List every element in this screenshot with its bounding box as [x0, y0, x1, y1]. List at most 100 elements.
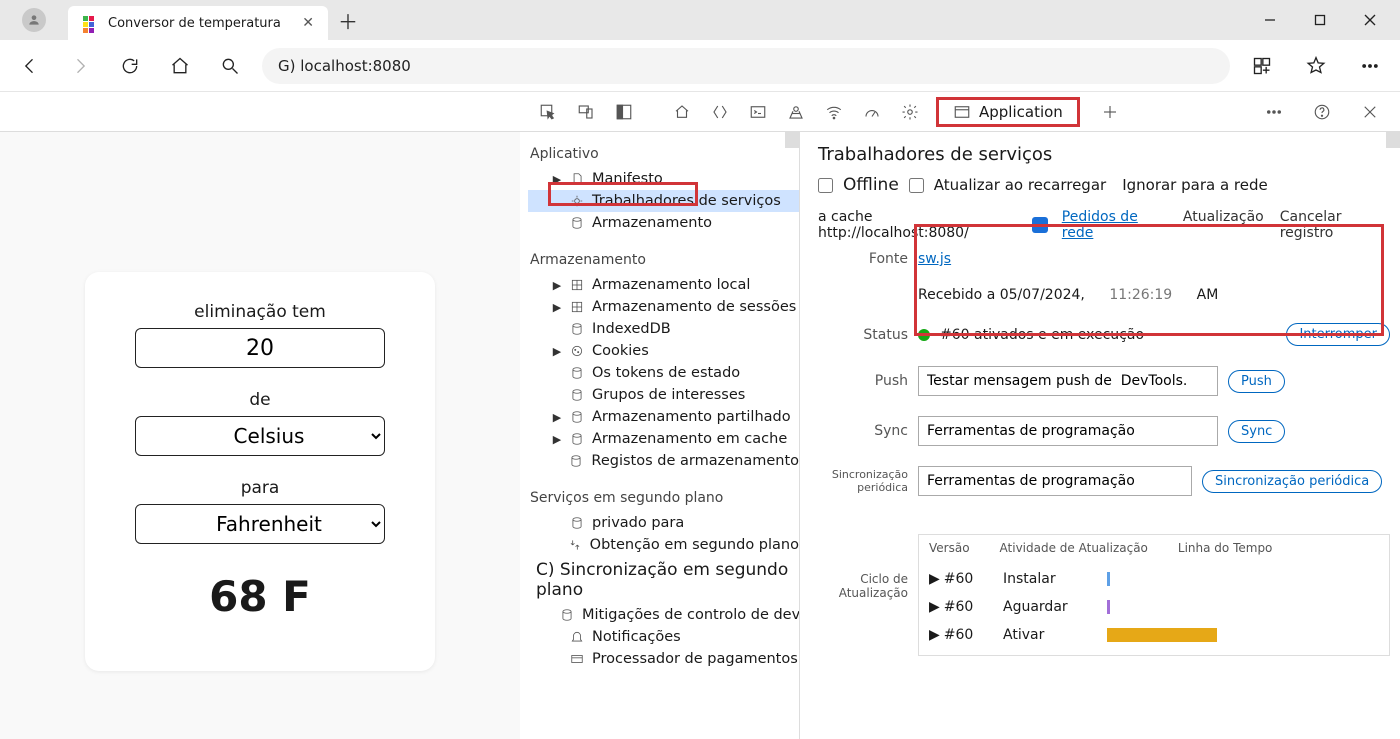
new-tab-button[interactable]: ＋ [338, 6, 358, 35]
stop-button[interactable]: Interromper [1286, 323, 1390, 346]
sidebar-item-interest-groups[interactable]: Grupos de interesses [528, 384, 799, 406]
application-tab-label: Application [979, 103, 1063, 121]
application-sidebar[interactable]: Aplicativo ▶Manifesto Trabalhadores de s… [520, 132, 800, 739]
status-text: #60 ativados e em execução [940, 327, 1144, 343]
sidebar-item-service-workers[interactable]: Trabalhadores de serviços [528, 190, 799, 212]
elements-panel-icon[interactable] [702, 94, 738, 130]
sidebar-item-bg-fetch[interactable]: Obtenção em segundo plano [528, 534, 799, 556]
sidebar-item-notifications[interactable]: Notificações [528, 626, 799, 648]
sources-panel-icon[interactable] [778, 94, 814, 130]
sidebar-item-bounce[interactable]: Mitigações de controlo de devolução [528, 604, 799, 626]
browser-toolbar: G) localhost:8080 [0, 40, 1400, 92]
sidebar-item-private[interactable]: privado para [528, 512, 799, 534]
settings-gear-icon[interactable] [892, 94, 928, 130]
network-panel-icon[interactable] [816, 94, 852, 130]
sidebar-item-shared-storage[interactable]: ▶Armazenamento partilhado [528, 406, 799, 428]
device-toggle-icon[interactable] [568, 94, 604, 130]
label-from: de [121, 390, 399, 410]
push-button[interactable]: Push [1228, 370, 1285, 393]
devtools-tab-strip: Application [0, 92, 1400, 132]
browser-menu-icon[interactable] [1352, 48, 1388, 84]
source-file-link[interactable]: sw.js [918, 251, 951, 267]
section-app: Aplicativo [528, 140, 799, 168]
converter-card: eliminação tem de Celsius para Fahrenhei… [85, 272, 435, 671]
sidebar-item-storage-logs[interactable]: Registos de armazenamento [528, 450, 799, 472]
browser-titlebar: Conversor de temperatura ✕ ＋ [0, 0, 1400, 40]
source-label: Fonte [818, 251, 918, 267]
sidebar-scrollbar[interactable] [785, 132, 799, 148]
dock-icon[interactable] [606, 94, 642, 130]
application-icon [953, 103, 971, 121]
console-panel-icon[interactable] [740, 94, 776, 130]
push-label: Push [818, 373, 918, 389]
update-link[interactable]: Atualização [1183, 209, 1264, 241]
maximize-button[interactable] [1298, 4, 1342, 36]
to-unit-select[interactable]: Fahrenheit [135, 504, 385, 544]
unregister-link[interactable]: Cancelar registro [1280, 209, 1390, 241]
label-to: para [121, 478, 399, 498]
devtools-help-icon[interactable] [1304, 94, 1340, 130]
sync-input[interactable] [918, 416, 1218, 446]
minimize-button[interactable] [1248, 4, 1292, 36]
extensions-icon[interactable] [1244, 48, 1280, 84]
tab-title: Conversor de temperatura [108, 16, 292, 31]
sidebar-item-cache-storage[interactable]: ▶Armazenamento em cache [528, 428, 799, 450]
update-cycle-table: Versão Atividade de Atualização Linha do… [918, 534, 1390, 656]
browser-tab[interactable]: Conversor de temperatura ✕ [68, 6, 328, 40]
sidebar-item-bg-sync[interactable]: C) Sincronização em segundo plano [528, 556, 799, 604]
sidebar-item-indexeddb[interactable]: IndexedDB [528, 318, 799, 340]
update-on-reload-label: Atualizar ao recarregar [934, 176, 1106, 194]
periodic-sync-input[interactable] [918, 466, 1192, 496]
sidebar-item-storage-app[interactable]: Armazenamento [528, 212, 799, 234]
sidebar-item-session-storage[interactable]: ▶Armazenamento de sessões [528, 296, 799, 318]
cycle-row-wait[interactable]: ▶ #60 Aguardar [929, 593, 1379, 621]
devtools-more-icon[interactable] [1256, 94, 1292, 130]
sync-button[interactable]: Sync [1228, 420, 1285, 443]
status-label: Status [818, 327, 918, 343]
sidebar-item-cookies[interactable]: ▶Cookies [528, 340, 799, 362]
address-bar[interactable]: G) localhost:8080 [262, 48, 1230, 84]
tab-favicon-icon [82, 15, 98, 31]
favorite-icon[interactable] [1298, 48, 1334, 84]
periodic-sync-label: Sincronização periódica [818, 468, 918, 494]
cycle-label: Ciclo de Atualização [818, 572, 918, 600]
close-tab-icon[interactable]: ✕ [302, 15, 314, 31]
status-dot-icon [918, 329, 930, 341]
sidebar-item-payments[interactable]: Processador de pagamentos [528, 648, 799, 670]
network-requests-icon[interactable] [1032, 217, 1047, 233]
periodic-sync-button[interactable]: Sincronização periódica [1202, 470, 1382, 493]
temperature-input[interactable] [135, 328, 385, 368]
sync-label: Sync [818, 423, 918, 439]
sidebar-item-manifest[interactable]: ▶Manifesto [528, 168, 799, 190]
sidebar-item-local-storage[interactable]: ▶Armazenamento local [528, 274, 799, 296]
reload-button[interactable] [112, 48, 148, 84]
section-storage: Armazenamento [528, 246, 799, 274]
sidebar-item-state-tokens[interactable]: Os tokens de estado [528, 362, 799, 384]
network-requests-link[interactable]: Pedidos de rede [1062, 209, 1169, 241]
forward-button [62, 48, 98, 84]
add-panel-button[interactable] [1092, 94, 1128, 130]
service-workers-detail: Trabalhadores de serviços Offline Atuali… [800, 132, 1400, 739]
label-elimination: eliminação tem [121, 302, 399, 322]
welcome-panel-icon[interactable] [664, 94, 700, 130]
cycle-row-activate[interactable]: ▶ #60 Ativar [929, 621, 1379, 649]
application-panel: Aplicativo ▶Manifesto Trabalhadores de s… [520, 132, 1400, 739]
profile-avatar[interactable] [22, 8, 46, 32]
offline-checkbox[interactable] [818, 178, 833, 193]
home-button[interactable] [162, 48, 198, 84]
close-window-button[interactable] [1348, 4, 1392, 36]
push-input[interactable] [918, 366, 1218, 396]
cycle-row-install[interactable]: ▶ #60 Instalar [929, 565, 1379, 593]
search-button[interactable] [212, 48, 248, 84]
inspect-icon[interactable] [530, 94, 566, 130]
from-unit-select[interactable]: Celsius [135, 416, 385, 456]
devtools-close-icon[interactable] [1352, 94, 1388, 130]
received-text: Recebido a 05/07/2024, 11:26:19 AM [918, 287, 1390, 303]
back-button[interactable] [12, 48, 48, 84]
update-on-reload-checkbox[interactable] [909, 178, 924, 193]
detail-scrollbar[interactable] [1386, 132, 1400, 148]
application-tab[interactable]: Application [936, 97, 1080, 127]
section-bg-services: Serviços em segundo plano [528, 484, 799, 512]
performance-panel-icon[interactable] [854, 94, 890, 130]
address-text: G) localhost:8080 [278, 57, 411, 75]
